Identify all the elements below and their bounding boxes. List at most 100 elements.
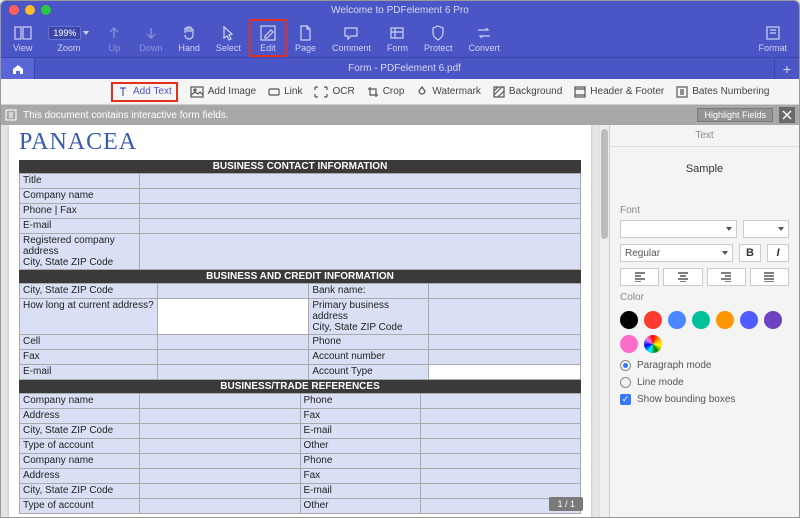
- close-info-button[interactable]: [779, 107, 795, 123]
- format-button[interactable]: Format: [750, 21, 795, 55]
- down-button[interactable]: Down: [131, 21, 170, 55]
- section-header: BUSINESS/TRADE REFERENCES: [19, 380, 581, 393]
- zoom-value[interactable]: 199%: [48, 26, 81, 40]
- main-toolbar: View 199% Zoom Up Down Hand Select Edi: [1, 19, 799, 57]
- add-tab-button[interactable]: +: [775, 58, 799, 79]
- italic-button[interactable]: I: [767, 244, 789, 262]
- zoom-button[interactable]: 199% Zoom: [40, 21, 97, 55]
- form-table-3: Company namePhone AddressFax City, State…: [19, 393, 581, 514]
- align-justify-button[interactable]: [750, 268, 789, 286]
- pdf-page: PANACEA BUSINESS CONTACT INFORMATION Tit…: [9, 125, 591, 517]
- font-family-select[interactable]: [620, 220, 737, 238]
- color-swatch-indigo[interactable]: [740, 311, 758, 329]
- header-footer-button[interactable]: Header & Footer: [574, 86, 664, 98]
- edit-button[interactable]: Edit: [249, 19, 287, 57]
- comment-button[interactable]: Comment: [324, 21, 379, 55]
- view-icon: [14, 23, 32, 43]
- sample-preview: Sample: [610, 147, 799, 191]
- document-area[interactable]: PANACEA BUSINESS CONTACT INFORMATION Tit…: [1, 125, 599, 517]
- hand-button[interactable]: Hand: [170, 21, 208, 55]
- radio-icon: [620, 377, 631, 388]
- color-swatch-pink[interactable]: [620, 335, 638, 353]
- cursor-icon: [221, 23, 235, 43]
- align-center-button[interactable]: [663, 268, 702, 286]
- vertical-scrollbar[interactable]: [599, 125, 609, 517]
- color-swatch-purple[interactable]: [764, 311, 782, 329]
- image-icon: [190, 86, 204, 98]
- color-swatch-orange[interactable]: [716, 311, 734, 329]
- ocr-icon: [314, 86, 328, 98]
- add-text-button[interactable]: Add Text: [111, 82, 178, 102]
- background-button[interactable]: Background: [493, 86, 562, 98]
- form-table-2: City, State ZIP CodeBank name: How long …: [19, 283, 581, 380]
- tab-bar: Form - PDFelement 6.pdf +: [1, 57, 799, 79]
- color-swatches: [620, 307, 789, 357]
- bold-button[interactable]: B: [739, 244, 761, 262]
- background-icon: [493, 86, 505, 98]
- convert-icon: [476, 23, 492, 43]
- info-message: This document contains interactive form …: [23, 110, 229, 121]
- form-icon: [389, 23, 405, 43]
- page-icon: [298, 23, 312, 43]
- color-swatch-black[interactable]: [620, 311, 638, 329]
- chevron-down-icon: [726, 227, 732, 231]
- protect-button[interactable]: Protect: [416, 21, 461, 55]
- crop-button[interactable]: Crop: [367, 86, 405, 98]
- form-table-1: Title Company name Phone | Fax E-mail Re…: [19, 173, 581, 270]
- format-icon: [765, 23, 781, 43]
- page-button[interactable]: Page: [287, 21, 324, 55]
- close-icon: [782, 110, 792, 120]
- chevron-down-icon: [778, 227, 784, 231]
- radio-icon: [620, 360, 631, 371]
- highlight-fields-button[interactable]: Highlight Fields: [697, 108, 773, 122]
- home-tab[interactable]: [1, 58, 35, 79]
- comment-icon: [343, 23, 359, 43]
- color-swatch-teal[interactable]: [692, 311, 710, 329]
- watermark-icon: [416, 86, 428, 98]
- edit-icon: [259, 23, 277, 43]
- info-icon: [5, 109, 17, 121]
- shield-icon: [431, 23, 445, 43]
- font-style-select[interactable]: Regular: [620, 244, 733, 262]
- font-label: Font: [620, 205, 789, 216]
- bates-button[interactable]: Bates Numbering: [676, 86, 769, 98]
- info-bar: This document contains interactive form …: [1, 105, 799, 125]
- add-image-button[interactable]: Add Image: [190, 86, 256, 98]
- font-size-select[interactable]: [743, 220, 789, 238]
- bates-icon: [676, 86, 688, 98]
- line-mode-radio[interactable]: Line mode: [620, 374, 789, 391]
- ocr-button[interactable]: OCR: [314, 86, 354, 98]
- color-swatch-blue[interactable]: [668, 311, 686, 329]
- crop-icon: [367, 86, 379, 98]
- minimize-window-button[interactable]: [25, 5, 35, 15]
- sub-toolbar: Add Text Add Image Link OCR Crop Waterma…: [1, 79, 799, 105]
- close-window-button[interactable]: [9, 5, 19, 15]
- align-left-button[interactable]: [620, 268, 659, 286]
- color-swatch-red[interactable]: [644, 311, 662, 329]
- sidebar-title: Text: [610, 125, 799, 147]
- convert-button[interactable]: Convert: [461, 21, 509, 55]
- chevron-down-icon: [83, 31, 89, 35]
- file-tab[interactable]: Form - PDFelement 6.pdf: [35, 58, 775, 79]
- link-icon: [268, 86, 280, 98]
- color-picker-button[interactable]: [644, 335, 662, 353]
- format-sidebar: Text Sample Font Regular B I: [609, 125, 799, 517]
- link-button[interactable]: Link: [268, 86, 302, 98]
- chevron-down-icon: [722, 251, 728, 255]
- align-right-button[interactable]: [707, 268, 746, 286]
- arrow-up-icon: [107, 23, 121, 43]
- select-button[interactable]: Select: [208, 21, 249, 55]
- watermark-button[interactable]: Watermark: [416, 86, 481, 98]
- app-title: Welcome to PDFelement 6 Pro: [1, 5, 799, 16]
- up-button[interactable]: Up: [97, 21, 131, 55]
- page-indicator: 1 / 1: [549, 497, 583, 511]
- checkbox-icon: ✓: [620, 394, 631, 405]
- maximize-window-button[interactable]: [41, 5, 51, 15]
- view-button[interactable]: View: [5, 21, 40, 55]
- show-bounding-boxes-checkbox[interactable]: ✓ Show bounding boxes: [620, 391, 789, 408]
- scrollbar-thumb[interactable]: [601, 129, 608, 239]
- paragraph-mode-radio[interactable]: Paragraph mode: [620, 357, 789, 374]
- titlebar: Welcome to PDFelement 6 Pro: [1, 1, 799, 19]
- home-icon: [11, 63, 25, 75]
- form-button[interactable]: Form: [379, 21, 416, 55]
